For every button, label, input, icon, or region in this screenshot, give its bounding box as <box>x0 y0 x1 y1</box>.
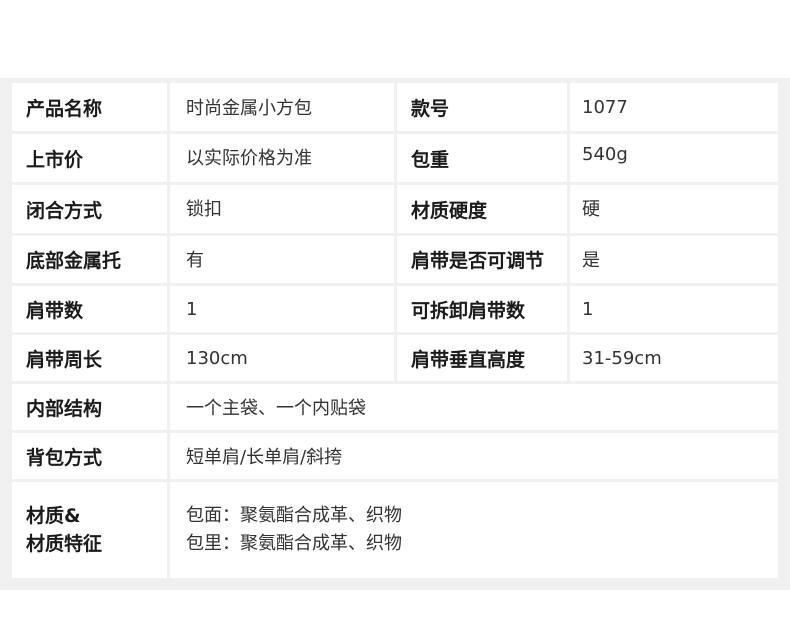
value-product-name: 时尚金属小方包 <box>170 83 394 131</box>
value-carry-method: 短单肩/长单肩/斜挎 <box>170 433 778 479</box>
label-internal-structure: 内部结构 <box>12 384 167 430</box>
label-carry-method: 背包方式 <box>12 433 167 479</box>
value-strap-length: 130cm <box>170 335 394 381</box>
label-closure: 闭合方式 <box>12 185 167 233</box>
value-strap-drop: 31-59cm <box>570 335 778 381</box>
label-strap-adjustable: 肩带是否可调节 <box>397 236 567 283</box>
value-strap-adjustable: 是 <box>570 236 778 283</box>
value-hardness: 硬 <box>570 185 778 233</box>
value-bag-weight: 540g <box>570 134 778 182</box>
spec-table: 产品名称 时尚金属小方包 款号 1077 上市价 以实际价格为准 包重 540g… <box>0 78 790 590</box>
label-product-name: 产品名称 <box>12 83 167 131</box>
label-detachable-straps: 可拆卸肩带数 <box>397 286 567 332</box>
label-strap-length: 肩带周长 <box>12 335 167 381</box>
label-material-line1: 材质& <box>26 505 81 527</box>
value-detachable-straps: 1 <box>570 286 778 332</box>
value-material-lining: 包里：聚氨酯合成革、织物 <box>186 533 402 554</box>
label-launch-price: 上市价 <box>12 134 167 182</box>
label-hardness: 材质硬度 <box>397 185 567 233</box>
value-launch-price: 以实际价格为准 <box>170 134 394 182</box>
label-material-line2: 材质特征 <box>26 533 103 555</box>
value-metal-feet: 有 <box>170 236 394 283</box>
label-strap-drop: 肩带垂直高度 <box>397 335 567 381</box>
value-material: 包面：聚氨酯合成革、织物 包里：聚氨酯合成革、织物 <box>170 482 778 578</box>
value-closure: 锁扣 <box>170 185 394 233</box>
label-strap-count: 肩带数 <box>12 286 167 332</box>
value-material-outer: 包面：聚氨酯合成革、织物 <box>186 505 402 526</box>
value-internal-structure: 一个主袋、一个内贴袋 <box>170 384 778 430</box>
label-metal-feet: 底部金属托 <box>12 236 167 283</box>
label-style-number: 款号 <box>397 83 567 131</box>
value-style-number: 1077 <box>570 83 778 131</box>
label-material: 材质& 材质特征 <box>12 482 167 578</box>
label-bag-weight: 包重 <box>397 134 567 182</box>
value-strap-count: 1 <box>170 286 394 332</box>
